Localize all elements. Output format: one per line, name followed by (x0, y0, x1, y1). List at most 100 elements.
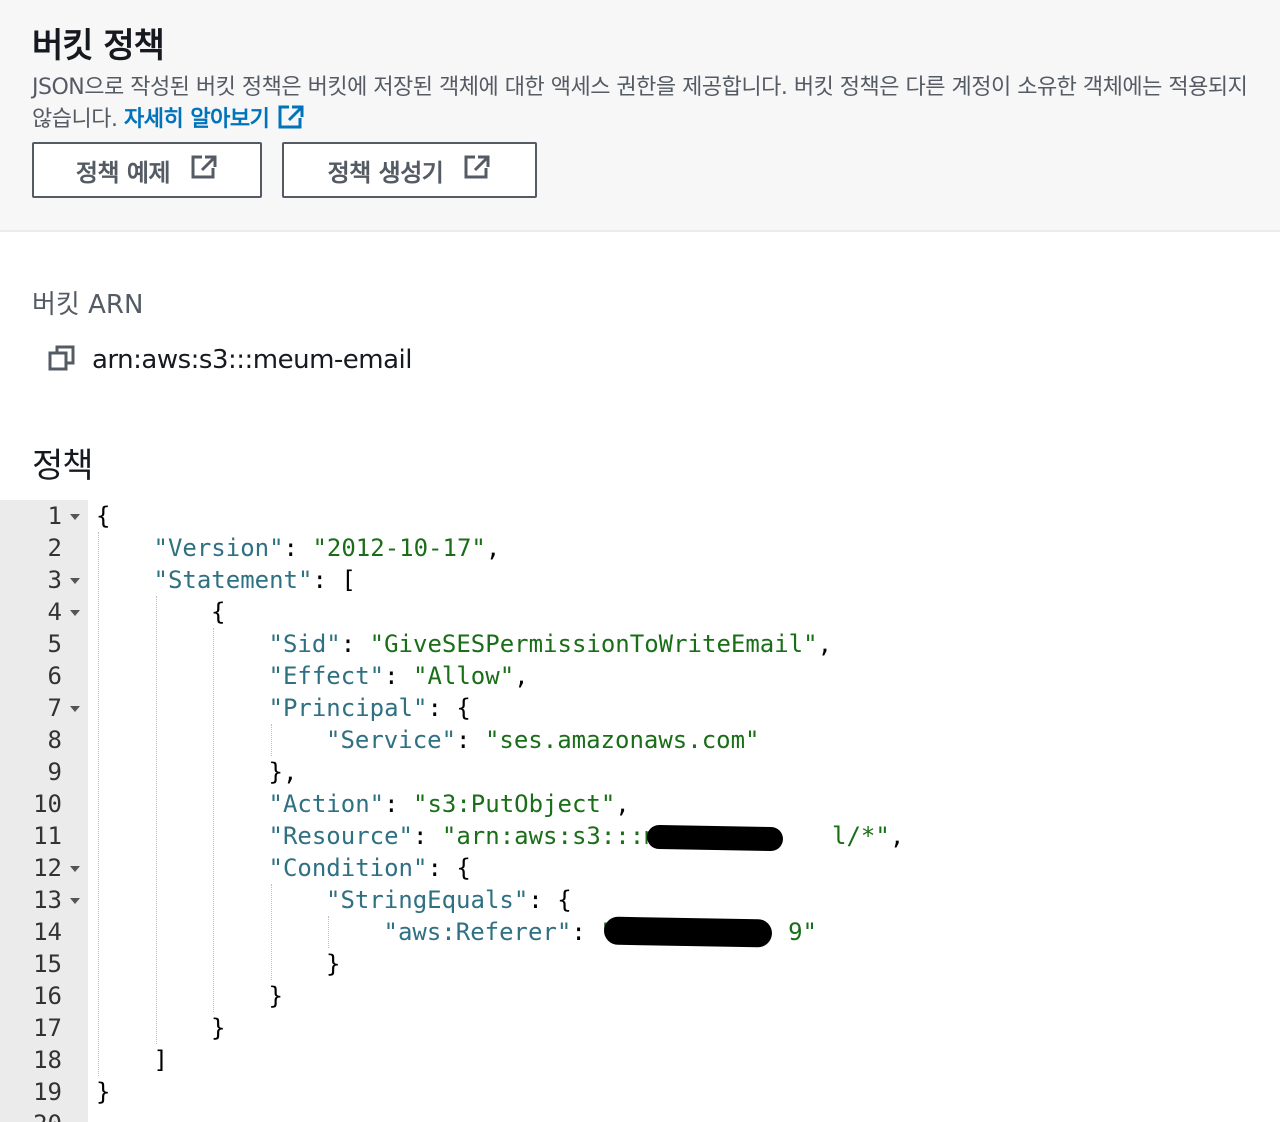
json-punctuation: { (211, 598, 226, 626)
fold-toggle-icon[interactable] (70, 866, 80, 872)
json-punctuation: ] (153, 1046, 168, 1074)
line-number: 20 (0, 1108, 62, 1122)
json-punctuation: , (817, 630, 833, 658)
line-number: 5 (47, 630, 62, 658)
code-line: { (211, 596, 225, 628)
line-number: 18 (33, 1046, 62, 1074)
json-string: "GiveSESPermissionToWriteEmail" (369, 630, 818, 658)
fold-toggle-icon[interactable] (70, 610, 80, 616)
json-punctuation: : (413, 822, 442, 850)
code-line: }, (269, 756, 298, 788)
panel-description: JSON으로 작성된 버킷 정책은 버킷에 저장된 객체에 대한 액세스 권한을… (32, 72, 1272, 140)
json-key: "Resource" (268, 822, 414, 850)
code-line: } (96, 1076, 110, 1108)
json-key: "Effect" (268, 662, 385, 690)
code-line: "Sid": "GiveSESPermissionToWriteEmail", (269, 628, 833, 660)
code-line: "Resource": "arn:aws:s3:::m l/*", (269, 820, 905, 852)
line-number: 9 (47, 758, 62, 786)
json-punctuation: : (384, 790, 413, 818)
indent-guide (155, 596, 157, 1044)
copy-icon[interactable] (48, 344, 76, 376)
policy-examples-label: 정책 예제 (75, 158, 171, 187)
line-number-gutter: 1234567891011121314151617181920 (0, 500, 88, 1122)
redaction-mark (646, 824, 784, 852)
fold-toggle-icon[interactable] (70, 514, 80, 520)
line-number: 15 (33, 950, 62, 978)
json-key: "Principal" (268, 694, 428, 722)
external-link-icon (463, 154, 491, 186)
line-number: 14 (33, 918, 62, 946)
bucket-policy-panel: 버킷 정책 JSON으로 작성된 버킷 정책은 버킷에 저장된 객체에 대한 액… (0, 0, 1280, 232)
json-punctuation: } (326, 950, 341, 978)
json-punctuation: : { (528, 886, 572, 914)
indent-guide (98, 532, 99, 1076)
json-string: "Allow" (413, 662, 515, 690)
redaction-mark (603, 916, 773, 948)
json-punctuation: : { (427, 694, 471, 722)
line-number: 19 (33, 1078, 62, 1106)
json-punctuation: }, (268, 758, 298, 786)
bucket-arn-row: arn:aws:s3:::meum-email (48, 344, 413, 376)
line-number: 17 (33, 1014, 62, 1042)
code-line: "StringEquals": { (326, 884, 572, 916)
line-number: 1 (47, 502, 62, 530)
line-number: 10 (33, 790, 62, 818)
line-number: 2 (47, 534, 62, 562)
json-key: "Condition" (268, 854, 428, 882)
learn-more-link[interactable]: 자세히 알아보기 (123, 105, 305, 132)
json-key: "StringEquals" (326, 886, 529, 914)
line-number: 8 (47, 726, 62, 754)
json-punctuation: : (571, 918, 601, 946)
json-string: "ses.amazonaws.com" (484, 726, 760, 754)
policy-editor[interactable]: 1234567891011121314151617181920 {"Versio… (0, 500, 1280, 1122)
fold-toggle-icon[interactable] (70, 578, 80, 584)
line-number: 6 (47, 662, 62, 690)
json-punctuation: , (514, 662, 529, 690)
code-line: "Principal": { (269, 692, 471, 724)
policy-heading: 정책 (32, 446, 94, 486)
external-link-icon (277, 104, 305, 140)
code-line: "Effect": "Allow", (269, 660, 529, 692)
json-punctuation: } (268, 982, 283, 1010)
json-key: "aws:Referer" (383, 918, 572, 946)
json-key: "Sid" (268, 630, 341, 658)
line-number: 11 (33, 822, 62, 850)
line-number: 13 (33, 886, 62, 914)
fold-toggle-icon[interactable] (70, 898, 80, 904)
line-number: 3 (47, 566, 62, 594)
indent-guide (270, 884, 272, 980)
indent-guide (213, 628, 214, 1012)
bucket-arn-label: 버킷 ARN (32, 290, 144, 320)
learn-more-label: 자세히 알아보기 (123, 107, 270, 132)
code-line: } (326, 948, 340, 980)
json-punctuation: : (456, 726, 485, 754)
indent-guide (270, 724, 272, 756)
bucket-arn-value: arn:aws:s3:::meum-email (92, 345, 413, 375)
line-number: 4 (47, 598, 62, 626)
json-key: "Version" (153, 534, 284, 562)
fold-toggle-icon[interactable] (70, 706, 80, 712)
external-link-icon (190, 154, 218, 186)
policy-generator-label: 정책 생성기 (327, 158, 444, 187)
policy-examples-button[interactable]: 정책 예제 (32, 142, 262, 198)
code-line: ] (154, 1044, 168, 1076)
json-string: "s3:PutObject" (413, 790, 616, 818)
code-line: "Version": "2012-10-17", (154, 532, 501, 564)
code-line: } (269, 980, 283, 1012)
policy-generator-button[interactable]: 정책 생성기 (282, 142, 537, 198)
json-punctuation: : (283, 534, 313, 562)
line-number: 16 (33, 982, 62, 1010)
json-key: "Service" (326, 726, 457, 754)
json-punctuation: , (615, 790, 630, 818)
json-punctuation: : (384, 662, 413, 690)
code-line: "Statement": [ (154, 564, 356, 596)
json-punctuation: } (96, 1078, 111, 1106)
code-line: "Condition": { (269, 852, 471, 884)
json-punctuation: : [ (312, 566, 356, 594)
line-number: 12 (33, 854, 62, 882)
panel-title: 버킷 정책 (32, 26, 165, 66)
code-line: } (211, 1012, 225, 1044)
json-key: "Action" (268, 790, 385, 818)
code-line: "Service": "ses.amazonaws.com" (326, 724, 760, 756)
json-punctuation: : { (427, 854, 471, 882)
